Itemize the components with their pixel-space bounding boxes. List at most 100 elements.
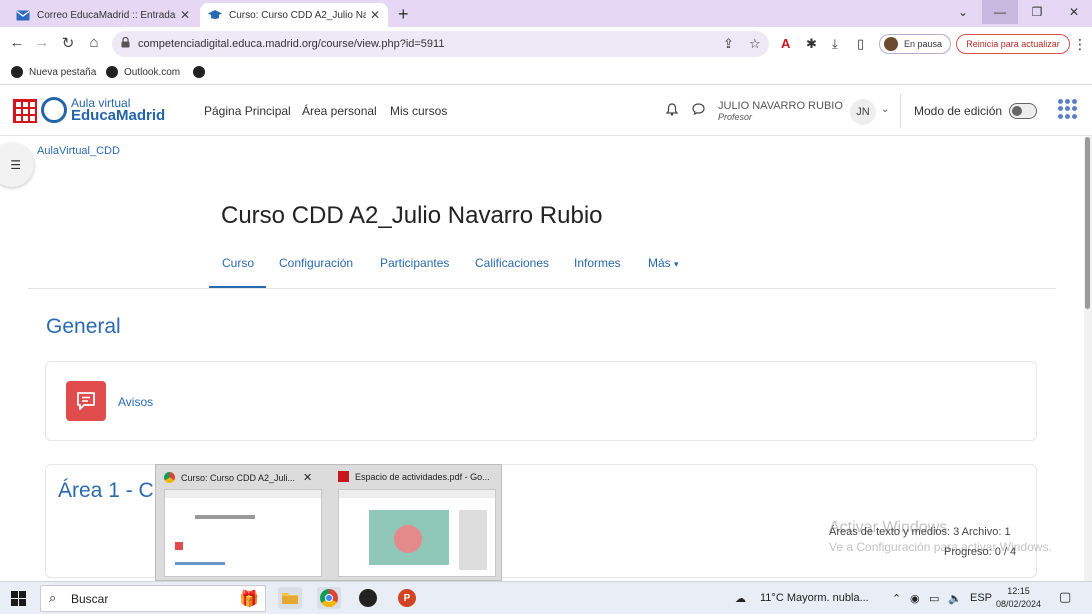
- scrollbar-thumb[interactable]: [1085, 137, 1090, 309]
- back-icon[interactable]: ←: [7, 34, 27, 51]
- nav-pagina-principal[interactable]: Página Principal: [204, 104, 291, 118]
- more-menu-icon[interactable]: ⋮: [1073, 36, 1087, 53]
- minimize-button[interactable]: —: [982, 0, 1018, 24]
- site-header: Aula virtual EducaMadrid Página Principa…: [0, 86, 1092, 136]
- bookmark-new-tab[interactable]: Nueva pestaña: [11, 66, 96, 78]
- weather-text[interactable]: 11°C Mayorm. nubla...: [760, 592, 869, 604]
- preview-title: Espacio de actividades.pdf - Go...: [355, 471, 490, 482]
- address-bar[interactable]: competenciadigital.educa.madrid.org/cour…: [112, 31, 769, 57]
- preview-thumbnail: [338, 489, 496, 577]
- bookmark-outlook[interactable]: Outlook.com: [106, 66, 180, 78]
- download-icon[interactable]: ⤓: [832, 36, 838, 52]
- lock-icon: [121, 36, 130, 51]
- mail-icon: [16, 8, 30, 22]
- forward-icon[interactable]: →: [32, 34, 52, 51]
- bookmarks-bar: Nueva pestaña Outlook.com: [0, 61, 1092, 85]
- graduation-cap-icon: [208, 8, 222, 22]
- acrobat-extension-icon[interactable]: A: [781, 36, 790, 51]
- file-explorer-icon[interactable]: [278, 587, 302, 609]
- avatar: [884, 37, 898, 51]
- bookmark-globe[interactable]: [193, 66, 211, 78]
- nav-area-personal[interactable]: Área personal: [302, 104, 377, 118]
- preview-thumbnail: [164, 489, 322, 577]
- relaunch-button[interactable]: Reinicia para actualizar: [956, 34, 1070, 54]
- page-title: Curso CDD A2_Julio Navarro Rubio: [221, 202, 603, 229]
- bookmark-star-icon[interactable]: ☆: [749, 36, 761, 52]
- nav-mis-cursos[interactable]: Mis cursos: [390, 104, 447, 118]
- weather-icon[interactable]: ☁: [735, 592, 746, 605]
- close-tab-icon[interactable]: ✕: [370, 8, 380, 22]
- forum-icon[interactable]: [66, 381, 106, 421]
- section-progress: Progreso: 0 / 4: [944, 546, 1017, 558]
- notifications-icon[interactable]: ▢: [1059, 589, 1071, 605]
- powerpoint-icon[interactable]: P: [395, 587, 419, 609]
- tab-mas-label: Más: [648, 256, 671, 270]
- new-tab-button[interactable]: +: [398, 4, 409, 25]
- acrobat-icon: [338, 471, 349, 482]
- messages-icon[interactable]: [692, 103, 705, 118]
- section-title-area1[interactable]: Área 1 - C: [58, 479, 154, 503]
- globe-icon: [193, 66, 205, 78]
- logo-text-line2: EducaMadrid: [71, 107, 166, 124]
- tab-title: Curso: Curso CDD A2_Julio Navarro: [229, 9, 366, 21]
- network-icon[interactable]: ▭: [929, 592, 939, 605]
- profile-status: En pausa: [904, 39, 943, 49]
- language-indicator[interactable]: ESP: [970, 592, 992, 604]
- sidepanel-icon[interactable]: ▯: [857, 36, 864, 52]
- section-title-general[interactable]: General: [46, 315, 121, 339]
- share-icon[interactable]: ⇪: [723, 36, 734, 52]
- volume-icon[interactable]: 🔈: [948, 592, 962, 605]
- tab-informes[interactable]: Informes: [574, 256, 621, 270]
- course-index-drawer-button[interactable]: ☰: [0, 143, 34, 187]
- user-avatar[interactable]: JN: [850, 99, 876, 125]
- tab-mas[interactable]: Más ▾: [648, 256, 679, 270]
- tab-correo[interactable]: Correo EducaMadrid :: Entrada ✕: [8, 3, 198, 27]
- close-icon[interactable]: ✕: [303, 471, 312, 484]
- tab-participantes[interactable]: Participantes: [380, 256, 449, 270]
- edit-mode-label: Modo de edición: [914, 104, 1003, 118]
- edit-mode-toggle[interactable]: [1009, 103, 1037, 119]
- divider: [900, 94, 901, 128]
- apps-grid-icon[interactable]: [1058, 99, 1078, 119]
- tab-calificaciones[interactable]: Calificaciones: [475, 256, 549, 270]
- profile-button[interactable]: En pausa: [879, 34, 951, 54]
- globe-icon: [106, 66, 118, 78]
- tab-configuracion[interactable]: Configuración: [279, 256, 353, 270]
- madrid-logo-icon[interactable]: [13, 99, 37, 123]
- reload-icon[interactable]: ↻: [58, 34, 78, 52]
- close-window-button[interactable]: ✕: [1056, 0, 1092, 24]
- list-icon: ☰: [10, 158, 21, 172]
- globe-icon: [11, 66, 23, 78]
- chrome-icon: [164, 472, 175, 483]
- windows-start-icon[interactable]: [11, 591, 26, 606]
- home-icon[interactable]: ⌂: [84, 34, 104, 51]
- search-placeholder: Buscar: [71, 591, 109, 606]
- activity-link-avisos[interactable]: Avisos: [118, 395, 153, 409]
- notifications-bell-icon[interactable]: [665, 103, 679, 119]
- obs-icon[interactable]: [356, 587, 380, 609]
- browser-tab-strip: Correo EducaMadrid :: Entrada ✕ Curso: C…: [0, 0, 1092, 27]
- tab-search-icon[interactable]: ⌄: [945, 0, 981, 24]
- taskbar-preview-popup: Curso: Curso CDD A2_Juli... ✕ Espacio de…: [155, 464, 502, 581]
- bookmark-label: Nueva pestaña: [29, 66, 97, 78]
- chrome-icon[interactable]: [317, 587, 341, 609]
- url-text: competenciadigital.educa.madrid.org/cour…: [138, 38, 445, 50]
- chevron-up-icon[interactable]: ⌃: [892, 592, 901, 605]
- windows-taskbar: ⌕ Buscar 🎁 P ☁ 11°C Mayorm. nubla... ⌃ ◉…: [0, 581, 1092, 614]
- preview-chrome-window[interactable]: Curso: Curso CDD A2_Juli... ✕: [156, 465, 326, 582]
- close-tab-icon[interactable]: ✕: [180, 8, 190, 22]
- tab-curso[interactable]: Curso: Curso CDD A2_Julio Navarro ✕: [200, 3, 388, 27]
- educamadrid-logo-icon[interactable]: [41, 97, 67, 123]
- clock-time: 12:15: [1007, 586, 1030, 596]
- obs-tray-icon[interactable]: ◉: [910, 592, 920, 605]
- gift-icon: 🎁: [239, 591, 259, 608]
- clock-date: 08/02/2024: [996, 599, 1042, 609]
- tab-curso[interactable]: Curso: [222, 256, 254, 270]
- extensions-icon[interactable]: ✱: [806, 36, 817, 52]
- restore-button[interactable]: ❐: [1019, 0, 1055, 24]
- chevron-down-icon[interactable]: ⌄: [881, 104, 889, 115]
- taskbar-search-input[interactable]: ⌕ Buscar 🎁: [40, 585, 266, 612]
- clock[interactable]: 12:15 08/02/2024: [996, 585, 1041, 611]
- preview-acrobat-window[interactable]: Espacio de actividades.pdf - Go...: [330, 465, 500, 582]
- breadcrumb[interactable]: AulaVirtual_CDD: [37, 145, 120, 157]
